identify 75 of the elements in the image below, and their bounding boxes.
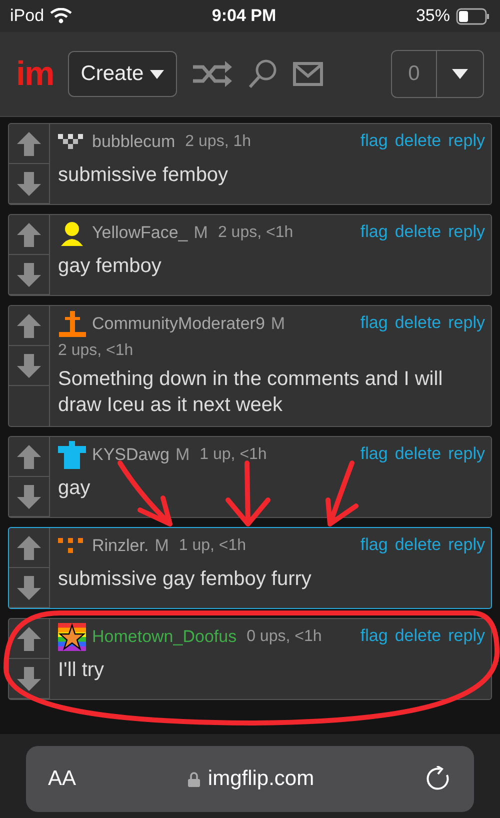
caret-icon <box>150 70 164 78</box>
up-arrow-icon <box>16 312 42 338</box>
comment-meta: 2 ups, 1h <box>185 133 251 151</box>
down-arrow-icon <box>16 666 42 692</box>
comment-action-link[interactable]: reply <box>448 313 485 333</box>
up-arrow-icon <box>16 626 42 652</box>
comment-action-link[interactable]: flag <box>360 131 388 151</box>
comment-action-link[interactable]: flag <box>360 535 388 555</box>
comment-action-link[interactable]: flag <box>360 222 388 242</box>
arrow <box>326 460 358 526</box>
comment-action-link[interactable]: reply <box>448 535 485 555</box>
comment-meta: 1 up, <1h <box>178 537 246 555</box>
comment-action-link[interactable]: delete <box>394 313 442 333</box>
comment-action-link[interactable]: reply <box>448 444 485 464</box>
shirt-icon <box>58 441 86 469</box>
mail-icon[interactable] <box>292 62 323 86</box>
wifi-icon <box>50 8 72 24</box>
down-arrow-icon <box>16 484 42 510</box>
username[interactable]: bubblecum <box>92 132 176 152</box>
comment-action-link[interactable]: flag <box>360 444 388 464</box>
username[interactable]: Rinzler. <box>92 536 149 556</box>
search-icon[interactable] <box>246 58 279 90</box>
gender-label: M <box>175 445 190 465</box>
comment-action-link[interactable]: flag <box>360 626 388 646</box>
comment-action-link[interactable]: reply <box>448 222 485 242</box>
comment-meta: 1 up, <1h <box>200 446 267 464</box>
lock-icon <box>188 772 200 786</box>
comment-text: I'll try <box>58 658 106 683</box>
comment-action-link[interactable]: delete <box>394 131 442 151</box>
down-arrow-icon <box>16 352 42 378</box>
arrow <box>226 460 270 526</box>
username[interactable]: Hometown_Doofus <box>92 627 237 647</box>
comment-meta: 2 ups, <1h <box>58 342 134 360</box>
gender-label: M <box>194 223 208 243</box>
comment-action-link[interactable]: delete <box>394 444 442 464</box>
gender-label: M <box>154 536 169 556</box>
shuffle-icon[interactable] <box>190 60 233 88</box>
person-icon <box>58 219 86 247</box>
down-arrow-icon <box>16 574 42 600</box>
comment-text: submissive gay femboy furry <box>58 567 312 592</box>
comment-action-link[interactable]: delete <box>394 535 442 555</box>
gender-label: M <box>270 314 286 334</box>
device-name: iPod <box>10 6 44 26</box>
comment-text: gay femboy <box>58 254 162 279</box>
comment-action-link[interactable]: delete <box>394 222 442 242</box>
comment-meta: 0 ups, <1h <box>246 628 322 646</box>
site-logo[interactable]: im <box>16 54 54 94</box>
create-button[interactable]: Create <box>68 51 177 97</box>
down-arrow-icon <box>16 170 42 196</box>
notification-count: 0 <box>392 51 437 97</box>
username[interactable]: KYSDawg <box>92 445 170 465</box>
star-icon <box>58 623 86 651</box>
up-arrow-icon <box>16 222 42 248</box>
down-arrow-icon <box>16 262 42 288</box>
username[interactable]: CommunityModerater9 <box>92 314 265 334</box>
url-text: imgflip.com <box>208 767 314 791</box>
comment-text: Something down in the comments and I will draw Iceu as it next week <box>58 367 444 418</box>
up-arrow-icon <box>16 130 42 156</box>
battery-icon <box>456 8 490 24</box>
caret-icon <box>452 69 468 79</box>
up-arrow-icon <box>16 534 42 560</box>
comment-meta: 2 ups, <1h <box>218 224 294 242</box>
clock: 9:04 PM <box>212 6 276 26</box>
username[interactable]: YellowFace_ <box>92 223 188 243</box>
comment-action-link[interactable]: reply <box>448 131 485 151</box>
cross-icon <box>58 310 86 338</box>
comment-action-link[interactable]: flag <box>360 313 388 333</box>
comment-action-link[interactable]: delete <box>394 626 442 646</box>
comment-action-link[interactable]: reply <box>448 626 485 646</box>
battery-percent: 35% <box>416 6 450 26</box>
comment-text: gay <box>58 476 92 501</box>
address-bar[interactable]: AA imgflip.com <box>26 746 474 812</box>
up-arrow-icon <box>16 444 42 470</box>
text-size-button[interactable]: AA <box>48 767 76 791</box>
comment-text: submissive femboy <box>58 163 230 188</box>
